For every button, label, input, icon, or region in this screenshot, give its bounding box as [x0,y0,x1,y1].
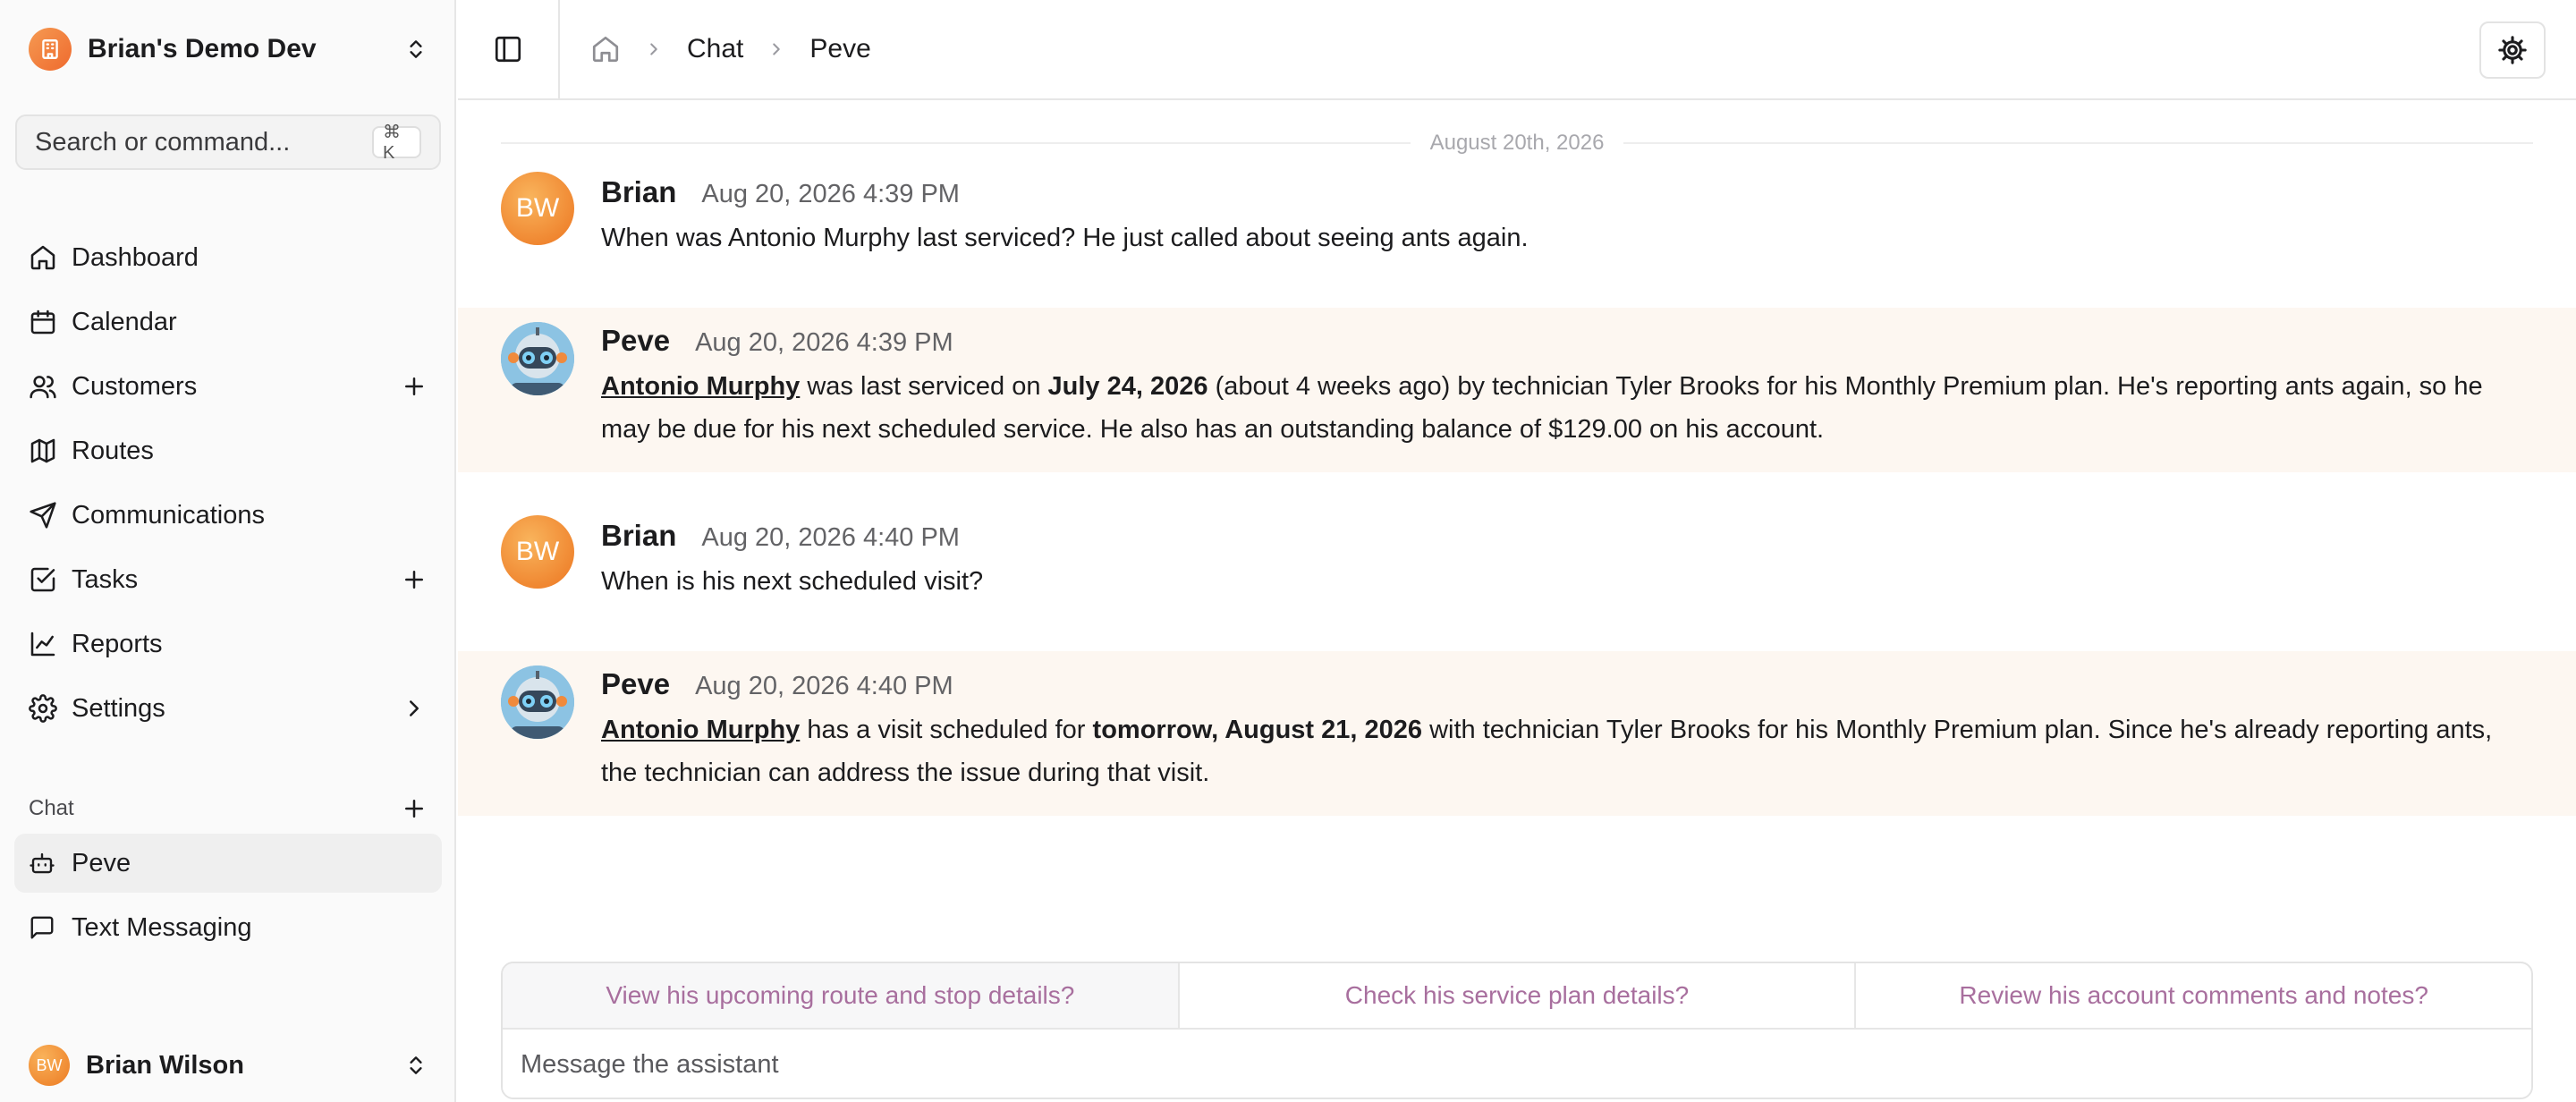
chat-settings-button[interactable] [2479,21,2546,79]
building-icon [29,28,72,71]
nav-label: Reports [72,629,163,658]
chat-section-header: Chat [14,784,442,834]
nav-item-settings[interactable]: Settings [14,676,442,741]
checkbox-icon [30,567,55,592]
divider-line [501,142,1411,144]
breadcrumb-current: Peve [809,34,871,64]
chat-section-title: Chat [29,796,74,820]
chevron-right-icon [773,43,781,55]
message-time: Aug 20, 2026 4:39 PM [701,180,960,208]
message-row: BW Brian Aug 20, 2026 4:40 PM When is hi… [458,510,2576,644]
top-bar: Chat Peve [458,0,2576,100]
message-fragment: was last serviced on [800,372,1048,401]
chat-item-peve[interactable]: Peve [14,834,442,893]
chevrons-up-down-icon [410,40,422,58]
calendar-icon [30,309,55,335]
suggestion-button[interactable]: Review his account comments and notes? [1856,963,2531,1028]
message-text: Antonio Murphy was last serviced on July… [601,365,2533,451]
chart-line-icon [30,632,55,657]
nav-item-tasks[interactable]: Tasks [14,547,442,612]
new-chat-plus-icon[interactable] [401,795,428,822]
chevron-right-icon [650,43,657,55]
nav-label: Tasks [72,564,139,594]
avatar: BW [29,1045,70,1086]
customer-link[interactable]: Antonio Murphy [601,716,800,744]
sidebar: Brian's Demo Dev ⌘ K Dashboard Calendar … [0,0,456,1102]
message-sender: Brian [601,519,677,552]
user-switcher[interactable]: BW Brian Wilson [14,1038,442,1093]
org-switcher[interactable]: Brian's Demo Dev [14,16,442,82]
date-divider: August 20th, 2026 [501,127,2534,159]
nav-label: Calendar [72,307,177,336]
message-time: Aug 20, 2026 4:40 PM [695,672,953,700]
robot-avatar [501,665,574,739]
send-icon [30,502,56,529]
divider-line [1623,142,2534,144]
avatar: BW [501,172,574,245]
users-icon [30,376,56,399]
chat-item-label: Peve [72,848,131,877]
chat-item-text-messaging[interactable]: Text Messaging [14,898,442,957]
gear-icon [2498,36,2527,64]
message-composer: View his upcoming route and stop details… [501,962,2533,1099]
nav-item-communications[interactable]: Communications [14,483,442,547]
chat-item-label: Text Messaging [72,912,252,942]
message-input[interactable] [503,1030,2531,1098]
nav-label: Settings [72,693,165,723]
robot-icon [501,322,574,395]
chevrons-up-down-icon [410,1056,422,1074]
sidebar-toggle-button[interactable] [458,0,560,98]
nav-item-dashboard[interactable]: Dashboard [14,225,442,290]
nav-item-reports[interactable]: Reports [14,612,442,676]
message-time: Aug 20, 2026 4:40 PM [701,523,960,552]
message-bold: July 24, 2026 [1047,372,1208,401]
message-text: Antonio Murphy has a visit scheduled for… [601,708,2533,794]
suggestion-button[interactable]: View his upcoming route and stop details… [503,963,1180,1028]
nav-label: Routes [72,436,154,465]
date-divider-label: August 20th, 2026 [1429,131,1605,155]
nav-item-routes[interactable]: Routes [14,419,442,483]
suggestion-bar: View his upcoming route and stop details… [503,963,2531,1030]
nav-item-customers[interactable]: Customers [14,354,442,419]
chevron-right-icon [410,700,419,716]
message-text: When is his next scheduled visit? [601,567,984,596]
nav-label: Communications [72,500,265,530]
org-name: Brian's Demo Dev [88,34,317,64]
avatar: BW [501,515,574,589]
message-fragment: has a visit scheduled for [800,716,1093,744]
chat-list: Peve Text Messaging [14,834,442,962]
nav-item-calendar[interactable]: Calendar [14,290,442,354]
message-row: Peve Aug 20, 2026 4:40 PM Antonio Murphy… [458,651,2576,816]
customer-link[interactable]: Antonio Murphy [601,372,800,401]
breadcrumb: Chat Peve [590,0,871,98]
search-input[interactable] [35,127,372,157]
message-row: Peve Aug 20, 2026 4:39 PM Antonio Murphy… [458,308,2576,472]
add-task-plus-icon[interactable] [401,566,428,593]
bot-icon [30,852,55,874]
home-icon [30,245,55,270]
suggestion-button[interactable]: Check his service plan details? [1180,963,1857,1028]
map-icon [30,438,55,463]
home-icon[interactable] [590,34,621,64]
gear-icon [29,694,57,723]
nav-label: Dashboard [72,242,199,272]
message-row: BW Brian Aug 20, 2026 4:39 PM When was A… [458,166,2576,301]
panel-left-icon [495,36,521,63]
message-square-icon [30,916,54,939]
message-bold: tomorrow, August 21, 2026 [1092,716,1423,744]
add-customer-plus-icon[interactable] [401,373,428,400]
search-box[interactable]: ⌘ K [15,114,441,170]
user-name: Brian Wilson [86,1050,244,1080]
nav-label: Customers [72,371,198,401]
message-sender: Peve [601,324,671,357]
robot-icon [501,665,574,739]
message-sender: Brian [601,175,677,208]
breadcrumb-chat[interactable]: Chat [687,34,743,64]
main-nav: Dashboard Calendar Customers Routes Comm… [14,225,442,741]
message-text: When was Antonio Murphy last serviced? H… [601,224,1529,252]
robot-avatar [501,322,574,395]
search-shortcut-badge: ⌘ K [372,123,421,163]
message-time: Aug 20, 2026 4:39 PM [695,328,953,357]
message-sender: Peve [601,667,671,700]
